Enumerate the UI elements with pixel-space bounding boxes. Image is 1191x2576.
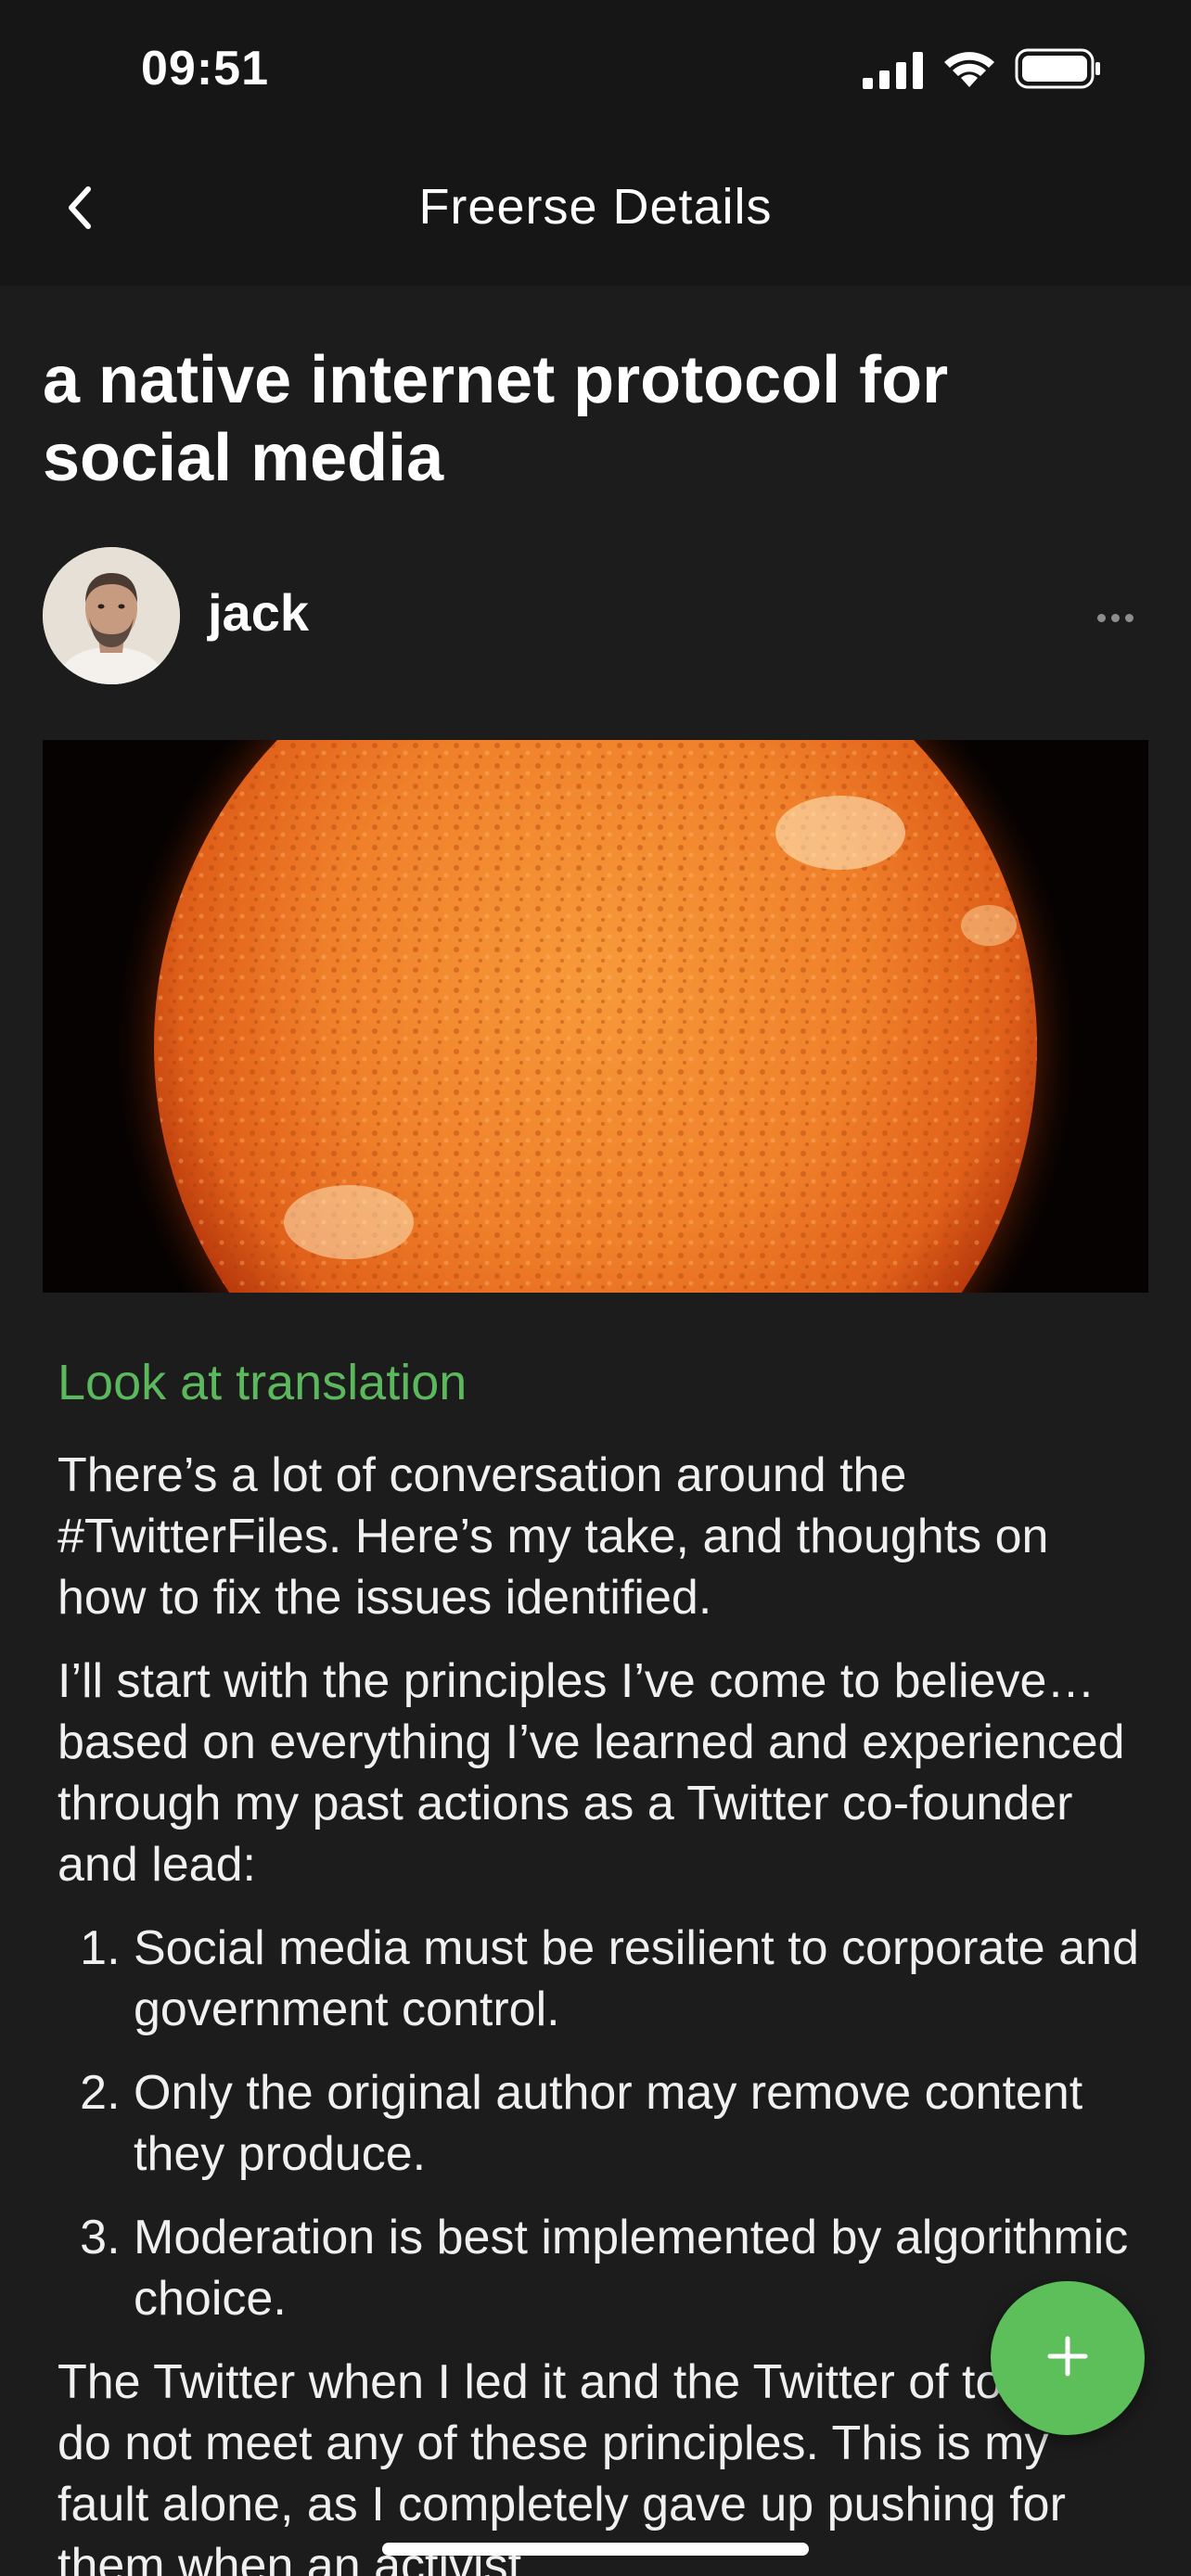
- ellipsis-icon[interactable]: [1087, 599, 1143, 636]
- body-paragraph: There’s a lot of conversation around the…: [58, 1448, 1049, 1625]
- battery-icon: [1015, 48, 1102, 94]
- list-item: Moderation is best implemented by algori…: [134, 2207, 1143, 2329]
- navigation-bar: Freerse Details: [0, 139, 1191, 286]
- translation-link[interactable]: Look at translation: [58, 1354, 467, 1411]
- principles-list: Social media must be resilient to corpor…: [58, 1918, 1143, 2329]
- list-item: Social media must be resilient to corpor…: [134, 1918, 1143, 2040]
- post-detail[interactable]: a native internet protocol for social me…: [0, 286, 1191, 2576]
- list-item: Only the original author may remove cont…: [134, 2062, 1143, 2185]
- plus-icon: [1046, 2335, 1089, 2382]
- author-name[interactable]: jack: [208, 582, 309, 643]
- avatar[interactable]: [43, 547, 180, 684]
- wifi-icon: [942, 50, 996, 94]
- signal-icon: [863, 52, 924, 94]
- home-indicator[interactable]: [382, 2543, 809, 2556]
- body-paragraph: I’ll start with the principles I’ve come…: [58, 1654, 1125, 1892]
- status-time: 09:51: [141, 42, 269, 96]
- add-button[interactable]: [991, 2281, 1145, 2435]
- page-title: Freerse Details: [418, 179, 773, 235]
- post-title: a native internet protocol for social me…: [43, 343, 949, 495]
- status-bar: 09:51: [0, 0, 1191, 139]
- status-icons: [863, 48, 1102, 94]
- post-image[interactable]: [43, 740, 1148, 1293]
- post-body: There’s a lot of conversation around the…: [58, 1445, 1143, 2576]
